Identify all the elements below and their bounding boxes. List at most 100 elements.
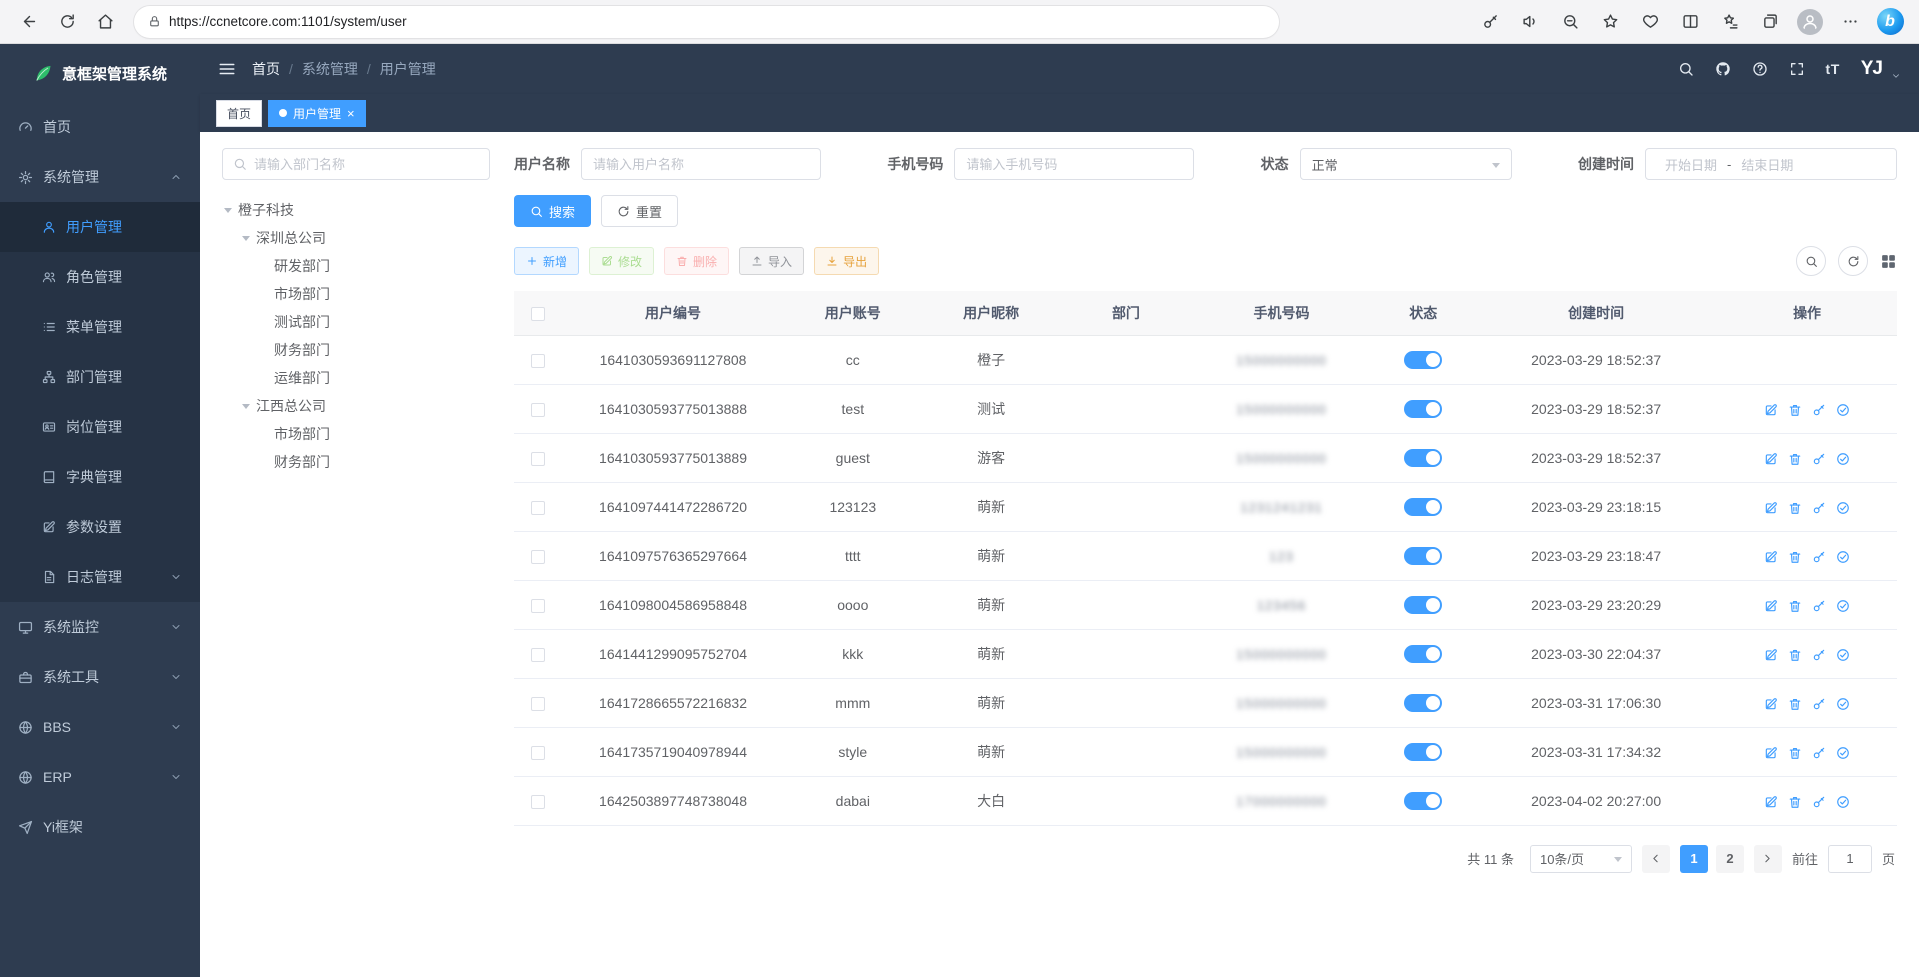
dept-search-input[interactable] <box>254 157 479 172</box>
assign-role-icon[interactable] <box>1836 550 1850 564</box>
copilot-icon[interactable]: b <box>1873 5 1907 39</box>
assign-role-icon[interactable] <box>1836 795 1850 809</box>
status-toggle[interactable] <box>1404 449 1442 467</box>
tree-node[interactable]: 财务部门 <box>222 336 490 364</box>
help-icon[interactable] <box>1752 61 1768 77</box>
sidebar-item-erp[interactable]: ERP <box>0 752 200 802</box>
status-toggle[interactable] <box>1404 400 1442 418</box>
sidebar-item-bbs[interactable]: BBS <box>0 702 200 752</box>
phone-input[interactable] <box>966 157 1182 172</box>
search-button[interactable]: 搜索 <box>514 195 591 227</box>
reset-password-icon[interactable] <box>1812 550 1826 564</box>
back-icon[interactable] <box>12 5 46 39</box>
sidebar-item-role[interactable]: 角色管理 <box>0 252 200 302</box>
reset-password-icon[interactable] <box>1812 599 1826 613</box>
delete-icon[interactable] <box>1788 403 1802 417</box>
github-icon[interactable] <box>1715 61 1731 77</box>
sidebar-item-home[interactable]: 首页 <box>0 102 200 152</box>
app-logo[interactable]: 意框架管理系统 <box>0 44 200 102</box>
search-icon[interactable] <box>1678 61 1694 77</box>
status-toggle[interactable] <box>1404 498 1442 516</box>
sidebar-item-param[interactable]: 参数设置 <box>0 502 200 552</box>
delete-icon[interactable] <box>1788 746 1802 760</box>
reset-password-icon[interactable] <box>1812 648 1826 662</box>
edit-icon[interactable] <box>1764 501 1778 515</box>
split-screen-icon[interactable] <box>1673 5 1707 39</box>
sidebar-item-post[interactable]: 岗位管理 <box>0 402 200 452</box>
reset-password-icon[interactable] <box>1812 501 1826 515</box>
page-size-select[interactable]: 10条/页 <box>1530 845 1632 873</box>
status-toggle[interactable] <box>1404 351 1442 369</box>
row-checkbox[interactable] <box>531 452 545 466</box>
row-checkbox[interactable] <box>531 599 545 613</box>
delete-icon[interactable] <box>1788 550 1802 564</box>
browser-essentials-icon[interactable] <box>1633 5 1667 39</box>
assign-role-icon[interactable] <box>1836 599 1850 613</box>
add-button[interactable]: 新增 <box>514 247 579 275</box>
edit-icon[interactable] <box>1764 550 1778 564</box>
search-toggle-button[interactable] <box>1796 246 1826 276</box>
status-toggle[interactable] <box>1404 743 1442 761</box>
row-checkbox[interactable] <box>531 746 545 760</box>
row-checkbox[interactable] <box>531 648 545 662</box>
edit-icon[interactable] <box>1764 746 1778 760</box>
tree-node[interactable]: 测试部门 <box>222 308 490 336</box>
goto-page-input[interactable] <box>1828 845 1872 873</box>
delete-icon[interactable] <box>1788 452 1802 466</box>
sidebar-item-menu[interactable]: 菜单管理 <box>0 302 200 352</box>
assign-role-icon[interactable] <box>1836 697 1850 711</box>
sidebar-collapse-icon[interactable] <box>218 60 236 78</box>
font-size-icon[interactable]: tT <box>1826 61 1840 77</box>
tree-node[interactable]: 财务部门 <box>222 448 490 476</box>
reset-password-icon[interactable] <box>1812 452 1826 466</box>
delete-icon[interactable] <box>1788 697 1802 711</box>
status-toggle[interactable] <box>1404 792 1442 810</box>
row-checkbox[interactable] <box>531 501 545 515</box>
row-checkbox[interactable] <box>531 697 545 711</box>
import-button[interactable]: 导入 <box>739 247 804 275</box>
tree-node[interactable]: 江西总公司 <box>222 392 490 420</box>
close-icon[interactable]: × <box>347 107 355 120</box>
delete-icon[interactable] <box>1788 795 1802 809</box>
sidebar-item-monitor[interactable]: 系统监控 <box>0 602 200 652</box>
tree-node[interactable]: 橙子科技 <box>222 196 490 224</box>
edit-icon[interactable] <box>1764 697 1778 711</box>
add-favorite-icon[interactable] <box>1593 5 1627 39</box>
edit-icon[interactable] <box>1764 795 1778 809</box>
refresh-icon[interactable] <box>50 5 84 39</box>
date-range-picker[interactable]: 开始日期 - 结束日期 <box>1645 148 1897 180</box>
tree-node[interactable]: 运维部门 <box>222 364 490 392</box>
delete-icon[interactable] <box>1788 501 1802 515</box>
status-toggle[interactable] <box>1404 596 1442 614</box>
username-field[interactable] <box>581 148 821 180</box>
status-select[interactable]: 正常 <box>1300 148 1512 180</box>
edit-button[interactable]: 修改 <box>589 247 654 275</box>
home-icon[interactable] <box>88 5 122 39</box>
tab-首页[interactable]: 首页 <box>216 100 262 127</box>
phone-field[interactable] <box>954 148 1194 180</box>
edit-icon[interactable] <box>1764 452 1778 466</box>
assign-role-icon[interactable] <box>1836 403 1850 417</box>
status-toggle[interactable] <box>1404 645 1442 663</box>
page-button-2[interactable]: 2 <box>1716 845 1744 873</box>
assign-role-icon[interactable] <box>1836 501 1850 515</box>
reset-button[interactable]: 重置 <box>601 195 678 227</box>
refresh-button[interactable] <box>1838 246 1868 276</box>
more-options-icon[interactable] <box>1833 5 1867 39</box>
prev-page-button[interactable] <box>1642 845 1670 873</box>
sidebar-item-user[interactable]: 用户管理 <box>0 202 200 252</box>
reset-password-icon[interactable] <box>1812 795 1826 809</box>
edit-icon[interactable] <box>1764 599 1778 613</box>
tree-node[interactable]: 研发部门 <box>222 252 490 280</box>
fullscreen-icon[interactable] <box>1789 61 1805 77</box>
column-settings-button[interactable] <box>1880 253 1897 270</box>
user-avatar-logo[interactable]: YJ <box>1861 58 1882 80</box>
sidebar-item-system[interactable]: 系统管理 <box>0 152 200 202</box>
address-bar[interactable]: https://ccnetcore.com:1101/system/user <box>134 6 1279 38</box>
row-checkbox[interactable] <box>531 795 545 809</box>
edit-icon[interactable] <box>1764 648 1778 662</box>
row-checkbox[interactable] <box>531 403 545 417</box>
select-all-checkbox[interactable] <box>531 307 545 321</box>
breadcrumb-item[interactable]: 系统管理 <box>302 59 380 79</box>
sidebar-item-log[interactable]: 日志管理 <box>0 552 200 602</box>
